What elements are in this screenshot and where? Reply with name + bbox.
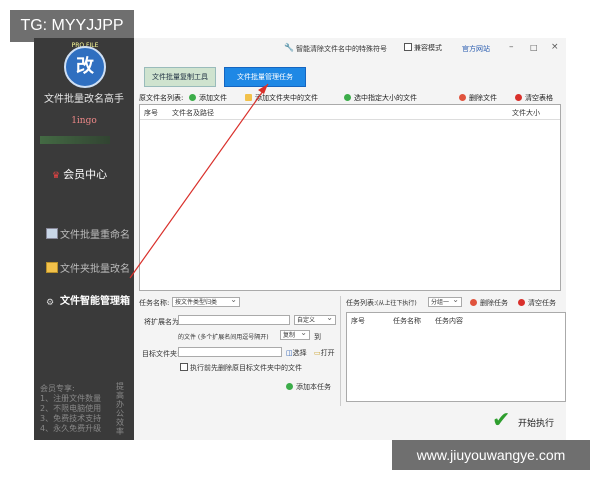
username: 1ingo bbox=[71, 116, 97, 126]
browse-icon: ◫ bbox=[286, 349, 293, 357]
add-task-button[interactable]: 添加本任务 bbox=[286, 382, 331, 392]
delete-file-button[interactable]: 删除文件 bbox=[459, 93, 497, 103]
custom-select[interactable]: 自定义 bbox=[294, 313, 336, 325]
task-name-label: 任务名称: bbox=[139, 299, 170, 307]
open-folder-button[interactable]: ▭打开 bbox=[314, 348, 335, 358]
clear-task-button[interactable]: 清空任务 bbox=[518, 298, 556, 308]
col-index: 序号 bbox=[144, 109, 158, 117]
target-folder-input[interactable] bbox=[178, 347, 282, 357]
blurred-bar bbox=[40, 136, 110, 144]
slogan-vertical: 提高办公效率 bbox=[116, 382, 124, 436]
to-label: 到 bbox=[314, 333, 321, 341]
select-by-size-button[interactable]: 选中指定大小的文件 bbox=[344, 93, 417, 103]
delete-icon bbox=[470, 299, 477, 306]
compat-mode-checkbox[interactable]: 兼容模式 bbox=[404, 43, 442, 53]
member-benefits: 会员专享: 1、注册文件数量 2、不限电脑使用 3、免费技术支持 4、永久免费升… bbox=[40, 384, 102, 433]
delete-file-label: 删除文件 bbox=[469, 94, 497, 102]
file-toolbar: 原文件名列表: 添加文件 添加文件夹中的文件 选中指定大小的文件 删除文件 清空… bbox=[134, 91, 566, 105]
sidebar-item-label: 文件夹批量改名 bbox=[60, 264, 130, 275]
add-task-label: 添加本任务 bbox=[296, 383, 331, 391]
file-table[interactable]: 序号 文件名及路径 文件大小 bbox=[139, 104, 561, 291]
tab-batch-manage[interactable]: 文件批量管理任务 bbox=[224, 67, 306, 87]
target-folder-label: 目标文件夹: bbox=[142, 350, 180, 358]
maximize-button[interactable]: □ bbox=[530, 43, 538, 52]
extension-input[interactable] bbox=[178, 315, 290, 325]
folder-add-icon bbox=[245, 94, 252, 101]
add-folder-files-button[interactable]: 添加文件夹中的文件 bbox=[245, 93, 318, 103]
sidebar-item-label: 文件智能管理箱 bbox=[60, 296, 130, 307]
group-select[interactable]: 分组一 bbox=[428, 295, 462, 307]
add-file-label: 添加文件 bbox=[199, 94, 227, 102]
delete-task-button[interactable]: 删除任务 bbox=[470, 298, 508, 308]
start-run-label: 开始执行 bbox=[518, 419, 555, 429]
compat-mode-label: 兼容模式 bbox=[414, 44, 442, 52]
sidebar-item-smart-manager[interactable]: ⚙ 文件智能管理箱 bbox=[46, 292, 130, 308]
add-icon bbox=[286, 383, 293, 390]
special-chars-link[interactable]: 智能清除文件名中的特殊符号 bbox=[296, 44, 387, 54]
col-task-content: 任务内容 bbox=[435, 317, 463, 325]
open-folder-icon: ▭ bbox=[314, 349, 321, 357]
main-panel: 🔧 智能清除文件名中的特殊符号 兼容模式 官方网站 – □ × 文件批量复制工具… bbox=[134, 38, 566, 440]
sidebar-item-label: 文件批量重命名 bbox=[60, 230, 130, 241]
col-filename: 文件名及路径 bbox=[172, 109, 214, 117]
tab-batch-copy[interactable]: 文件批量复制工具 bbox=[144, 67, 216, 87]
app-window: PRO FILE 改 文件批量改名高手 1ingo ♛会员中心 文件批量重命名 … bbox=[34, 38, 566, 440]
col-task-name: 任务名称 bbox=[393, 317, 421, 325]
clear-icon bbox=[518, 299, 525, 306]
title-bar: 🔧 智能清除文件名中的特殊符号 兼容模式 官方网站 – □ × bbox=[134, 38, 566, 60]
clear-table-button[interactable]: 清空表格 bbox=[515, 93, 553, 103]
sidebar-item-folder-rename[interactable]: 文件夹批量改名 bbox=[46, 260, 130, 275]
minimize-button[interactable]: – bbox=[509, 42, 514, 52]
wrench-icon: 🔧 bbox=[284, 43, 294, 52]
crown-icon: ♛ bbox=[52, 171, 61, 181]
pre-delete-checkbox[interactable]: 执行前先删除原目标文件夹中的文件 bbox=[180, 363, 302, 373]
clear-table-label: 清空表格 bbox=[525, 94, 553, 102]
choose-folder-label: 选择 bbox=[292, 349, 307, 357]
add-folder-files-label: 添加文件夹中的文件 bbox=[255, 94, 318, 102]
checkmark-icon: ✔ bbox=[492, 408, 511, 433]
watermark-bottom-right: www.jiuyouwangye.com bbox=[392, 440, 590, 470]
app-title: 文件批量改名高手 bbox=[44, 94, 124, 105]
area-divider bbox=[340, 296, 341, 406]
pre-delete-label: 执行前先删除原目标文件夹中的文件 bbox=[190, 364, 302, 372]
open-folder-label: 打开 bbox=[320, 349, 335, 357]
clear-task-label: 清空任务 bbox=[528, 299, 556, 307]
select-by-size-label: 选中指定大小的文件 bbox=[354, 94, 417, 102]
extension-label: 将扩展名为: bbox=[144, 318, 182, 326]
col-index: 序号 bbox=[351, 317, 365, 325]
delete-icon bbox=[459, 94, 466, 101]
folder-icon bbox=[46, 262, 58, 273]
task-table[interactable]: 序号 任务名称 任务内容 bbox=[346, 312, 566, 402]
official-site-link[interactable]: 官方网站 bbox=[462, 44, 490, 54]
action-select[interactable]: 复制 bbox=[280, 328, 310, 340]
task-list-label: 任务列表: bbox=[346, 299, 377, 307]
checkbox-icon bbox=[180, 363, 188, 371]
sidebar: PRO FILE 改 文件批量改名高手 1ingo ♛会员中心 文件批量重命名 … bbox=[34, 38, 134, 440]
close-button[interactable]: × bbox=[551, 42, 559, 52]
toolbox-icon: ⚙ bbox=[46, 298, 55, 308]
clear-icon bbox=[515, 94, 522, 101]
document-icon bbox=[46, 228, 58, 239]
check-icon bbox=[344, 94, 351, 101]
extension-hint: 的文件 (多个扩展名间用逗号隔开) bbox=[178, 334, 269, 341]
checkbox-icon bbox=[404, 43, 412, 51]
app-logo: 改 bbox=[64, 46, 106, 88]
file-list-label: 原文件名列表: bbox=[139, 94, 184, 102]
sidebar-item-file-rename[interactable]: 文件批量重命名 bbox=[46, 226, 130, 241]
add-file-button[interactable]: 添加文件 bbox=[189, 93, 227, 103]
file-table-header: 序号 文件名及路径 文件大小 bbox=[140, 105, 560, 120]
member-center-label: 会员中心 bbox=[63, 168, 108, 181]
add-icon bbox=[189, 94, 196, 101]
choose-folder-button[interactable]: ◫选择 bbox=[286, 348, 307, 358]
start-run-button[interactable]: ✔ 开始执行 bbox=[486, 408, 556, 434]
task-name-select[interactable]: 按文件类型归类 bbox=[172, 295, 240, 307]
col-filesize: 文件大小 bbox=[512, 109, 540, 117]
member-center-link[interactable]: ♛ 会员中心 bbox=[52, 166, 107, 182]
task-order-hint: (从上往下执行) bbox=[376, 300, 417, 307]
task-area: 任务名称: 按文件类型归类 将扩展名为: 自定义 的文件 (多个扩展名间用逗号隔… bbox=[134, 295, 566, 440]
delete-task-label: 删除任务 bbox=[480, 299, 508, 307]
